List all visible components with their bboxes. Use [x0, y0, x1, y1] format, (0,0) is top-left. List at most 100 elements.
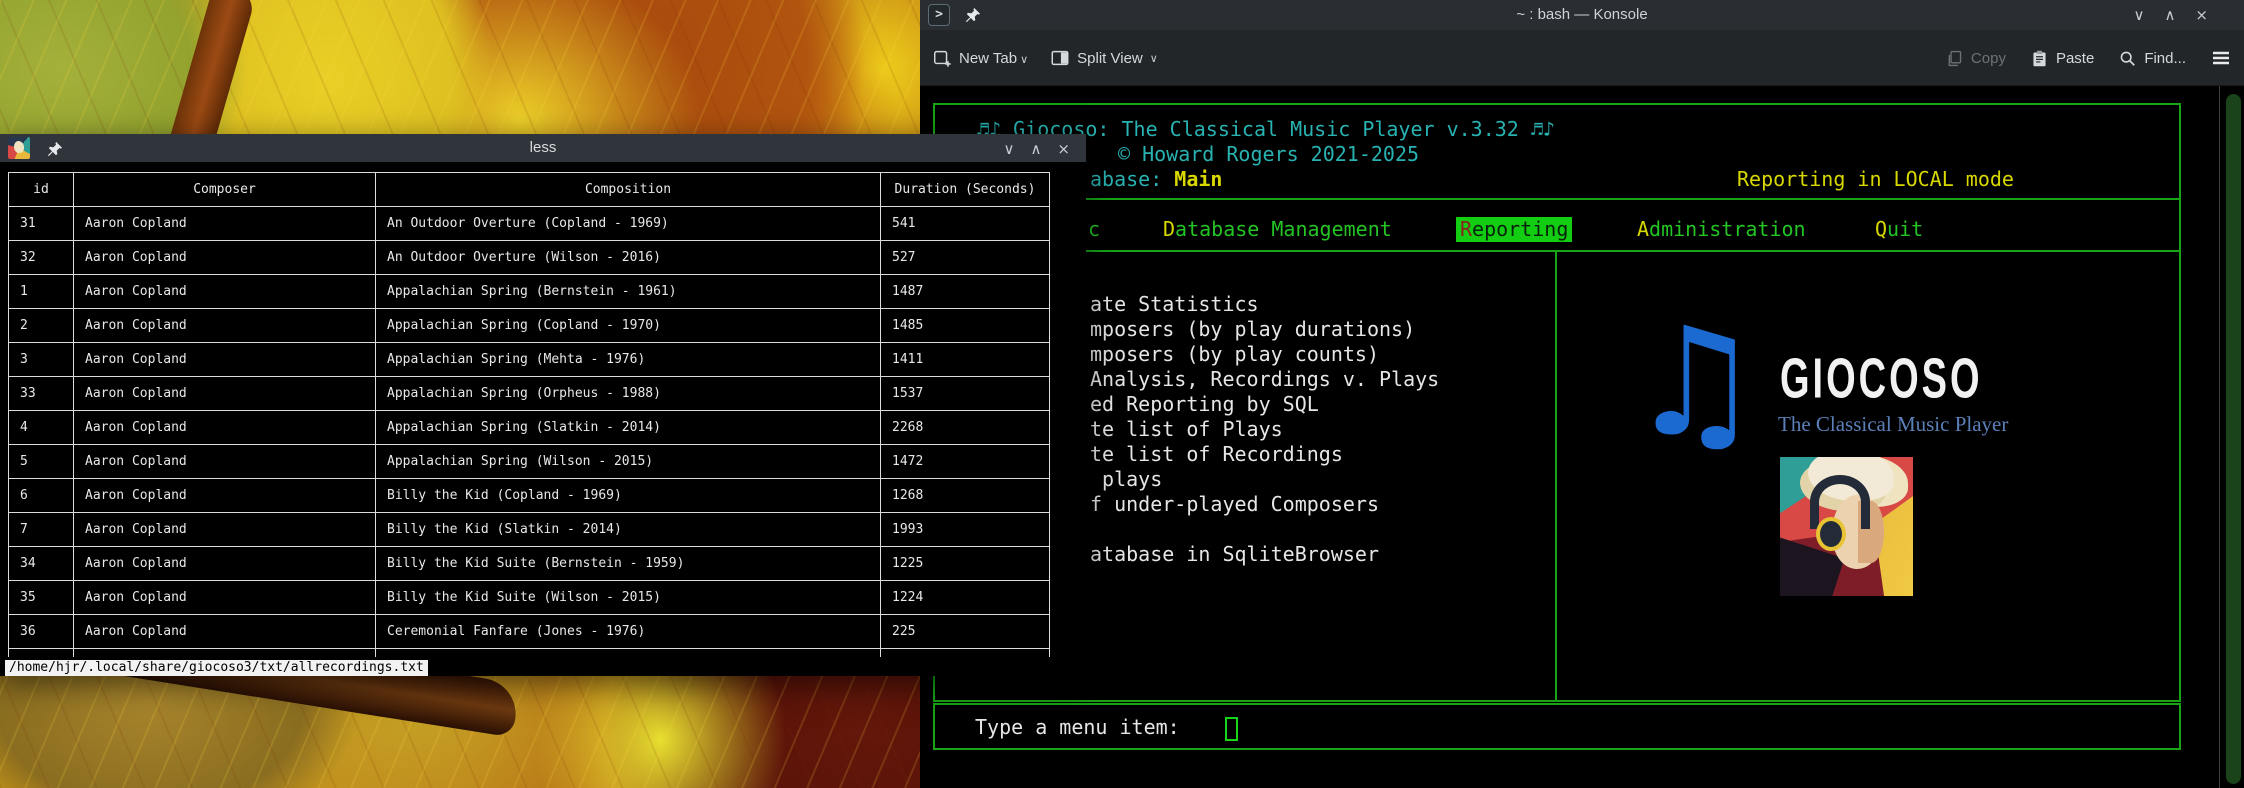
find-label: Find... — [2144, 50, 2186, 67]
table-cell: 7 — [9, 513, 74, 547]
table-row: 5Aaron CoplandAppalachian Spring (Wilson… — [9, 445, 1050, 479]
table-cell: 1472 — [881, 445, 1050, 479]
menu-label: atabase Management — [1175, 217, 1392, 241]
close-button[interactable]: × — [2195, 8, 2208, 23]
menu-label: dministration — [1649, 217, 1806, 241]
less-content[interactable]: id Composer Composition Duration (Second… — [0, 162, 1086, 676]
reporting-mode-indicator: Reporting in LOCAL mode — [1737, 167, 2014, 192]
table-cell: An Outdoor Overture (Wilson - 2016) — [376, 241, 881, 275]
table-row: 1Aaron CoplandAppalachian Spring (Bernst… — [9, 275, 1050, 309]
close-button[interactable]: × — [1057, 142, 1070, 157]
giocoso-logo-tagline: The Classical Music Player — [1778, 412, 2008, 437]
new-tab-button[interactable]: New Tab ∨ — [932, 48, 1028, 68]
hamburger-menu-button[interactable] — [2210, 48, 2232, 68]
menu-list-item[interactable]: mposers (by play durations) — [1090, 317, 1415, 342]
table-cell: 6 — [9, 479, 74, 513]
database-name: Main — [1174, 167, 1222, 191]
status-file-path: /home/hjr/.local/share/giocoso3/txt/allr… — [5, 660, 428, 676]
column-header-duration: Duration (Seconds) — [881, 173, 1050, 207]
table-cell: 541 — [881, 207, 1050, 241]
table-row: 33Aaron CoplandAppalachian Spring (Orphe… — [9, 377, 1050, 411]
search-icon — [2118, 49, 2137, 68]
new-tab-icon — [932, 48, 952, 68]
chevron-down-icon[interactable]: ∨ — [1150, 52, 1158, 65]
menu-bar-item[interactable]: c — [1088, 217, 1100, 242]
column-header-composition: Composition — [376, 173, 881, 207]
menu-list-item[interactable]: mposers (by play counts) — [1090, 342, 1379, 367]
table-cell: 1225 — [881, 547, 1050, 581]
find-button[interactable]: Find... — [2118, 49, 2186, 68]
table-cell: Billy the Kid (Copland - 1969) — [376, 479, 881, 513]
konsole-titlebar[interactable]: > ~ : bash — Konsole ∨ ∧ × — [920, 0, 2244, 30]
paste-button[interactable]: Paste — [2030, 49, 2094, 68]
table-row: 31Aaron CoplandAn Outdoor Overture (Copl… — [9, 207, 1050, 241]
menu-label: uit — [1887, 217, 1923, 241]
split-view-button[interactable]: Split View ∨ — [1050, 48, 1158, 68]
menu-bar-item[interactable]: Administration — [1637, 217, 1806, 242]
maximize-button[interactable]: ∧ — [1030, 142, 1041, 157]
menu-accelerator: R — [1460, 217, 1472, 241]
minimize-button[interactable]: ∨ — [1003, 142, 1014, 157]
paste-label: Paste — [2056, 50, 2094, 67]
menu-accelerator: A — [1637, 217, 1649, 241]
art-headphone-cup — [1816, 517, 1846, 551]
konsole-window: > ~ : bash — Konsole ∨ ∧ × New Tab ∨ — [920, 0, 2244, 788]
table-cell: Appalachian Spring (Wilson - 2015) — [376, 445, 881, 479]
table-cell: Aaron Copland — [74, 275, 376, 309]
table-cell: 1268 — [881, 479, 1050, 513]
menu-list-item[interactable]: ed Reporting by SQL — [1090, 392, 1319, 417]
table-row: 34Aaron CoplandBilly the Kid Suite (Bern… — [9, 547, 1050, 581]
table-cell: 225 — [881, 615, 1050, 649]
table-cell: 32 — [9, 241, 74, 275]
menu-label: eporting — [1472, 217, 1568, 241]
table-cell — [881, 649, 1050, 657]
less-window: less ∨ ∧ × id Composer Composition Durat… — [0, 134, 1086, 676]
menu-bar-item[interactable]: Reporting — [1456, 217, 1572, 242]
menu-list-item[interactable]: te list of Plays — [1090, 417, 1283, 442]
table-cell: Appalachian Spring (Slatkin - 2014) — [376, 411, 881, 445]
copy-button[interactable]: Copy — [1945, 49, 2006, 68]
minimize-button[interactable]: ∨ — [2133, 8, 2144, 23]
terminal-cursor[interactable] — [1225, 717, 1238, 741]
table-cell: 1411 — [881, 343, 1050, 377]
table-row: 7Aaron CoplandBilly the Kid (Slatkin - 2… — [9, 513, 1050, 547]
menu-list-item[interactable]: ate Statistics — [1090, 292, 1259, 317]
table-cell: 31 — [9, 207, 74, 241]
table-cell: 1537 — [881, 377, 1050, 411]
maximize-button[interactable]: ∧ — [2164, 8, 2175, 23]
copy-icon — [1945, 49, 1964, 68]
table-cell: Billy the Kid (Slatkin - 2014) — [376, 513, 881, 547]
frame-divider — [933, 250, 2181, 252]
table-row: 36Aaron CoplandCeremonial Fanfare (Jones… — [9, 615, 1050, 649]
menu-list-item[interactable]: plays — [1090, 467, 1162, 492]
frame-column-divider — [1555, 250, 1557, 702]
menu-bar-item[interactable]: Quit — [1875, 217, 1923, 242]
table-cell: Aaron Copland — [74, 343, 376, 377]
window-title: ~ : bash — Konsole — [920, 0, 2244, 30]
table-cell: 1485 — [881, 309, 1050, 343]
chevron-down-icon[interactable]: ∨ — [1020, 53, 1028, 66]
less-titlebar[interactable]: less ∨ ∧ × — [0, 134, 1086, 162]
split-view-label: Split View — [1077, 50, 1143, 67]
table-cell: Aaron Copland — [74, 513, 376, 547]
table-cell: Appalachian Spring (Bernstein - 1961) — [376, 275, 881, 309]
table-cell: Appalachian Spring (Mehta - 1976) — [376, 343, 881, 377]
paste-icon — [2030, 49, 2049, 68]
menu-list-item[interactable]: te list of Recordings — [1090, 442, 1343, 467]
menu-bar-item[interactable]: Database Management — [1163, 217, 1392, 242]
table-cell — [74, 649, 376, 657]
menu-list-item[interactable]: Analysis, Recordings v. Plays — [1090, 367, 1439, 392]
table-cell: Aaron Copland — [74, 377, 376, 411]
table-cell: Aaron Copland — [74, 615, 376, 649]
table-cell: 2268 — [881, 411, 1050, 445]
menu-list-item[interactable]: atabase in SqliteBrowser — [1090, 542, 1379, 567]
table-cell: 36 — [9, 615, 74, 649]
table-cell: 1487 — [881, 275, 1050, 309]
menu-list-item[interactable]: f under-played Composers — [1090, 492, 1379, 517]
scrollbar-thumb[interactable] — [2226, 94, 2241, 784]
table-cell: 35 — [9, 581, 74, 615]
table-cell: Aaron Copland — [74, 445, 376, 479]
frame-divider — [933, 198, 2181, 200]
terminal-screen[interactable]: ♬♪ Giocoso: The Classical Music Player v… — [920, 86, 2244, 788]
konsole-toolbar: New Tab ∨ Split View ∨ Copy — [920, 30, 2244, 86]
